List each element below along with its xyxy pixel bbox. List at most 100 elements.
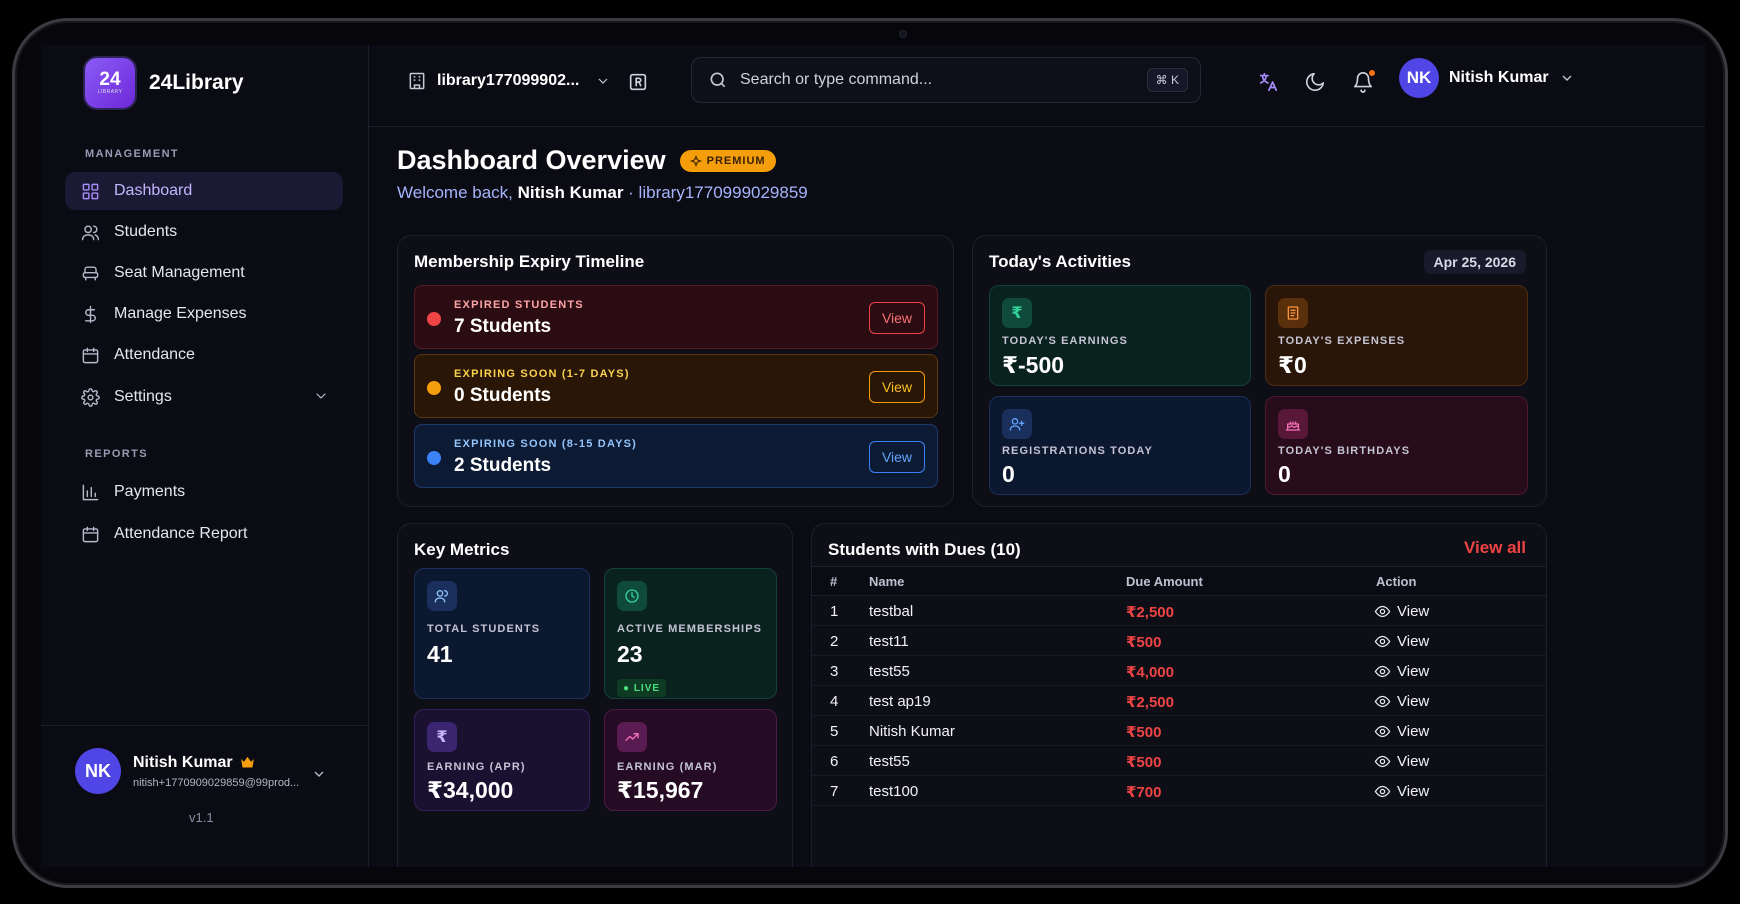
sidebar-item-payments[interactable]: Payments bbox=[65, 473, 343, 511]
row-view-button[interactable]: View bbox=[1374, 663, 1429, 680]
sidebar-item-dashboard[interactable]: Dashboard bbox=[65, 172, 343, 210]
tile-value: ₹0 bbox=[1278, 352, 1307, 378]
search-bar[interactable]: ⌘ K bbox=[691, 57, 1201, 103]
dues-panel: Students with Dues (10) View all # Name … bbox=[811, 523, 1547, 867]
todays-expenses-tile[interactable]: TODAY'S EXPENSES ₹0 bbox=[1265, 285, 1528, 386]
chevron-down-icon bbox=[598, 78, 608, 84]
view-expired-button[interactable]: View bbox=[869, 302, 925, 334]
receipt-icon bbox=[1278, 298, 1308, 328]
sidebar-item-attendance[interactable]: Attendance bbox=[65, 336, 343, 374]
users-icon bbox=[81, 224, 100, 240]
eye-icon bbox=[1374, 755, 1391, 768]
row-name: test ap19 bbox=[869, 693, 931, 710]
crown-icon bbox=[240, 756, 254, 768]
eye-icon bbox=[1374, 665, 1391, 678]
live-badge: ● LIVE bbox=[617, 679, 667, 697]
tile-value: ₹15,967 bbox=[617, 777, 704, 803]
camera-dot bbox=[899, 30, 907, 38]
sidebar-item-label: Students bbox=[114, 223, 178, 240]
view-label: View bbox=[1397, 753, 1430, 770]
earning-apr-tile[interactable]: ₹ EARNING (APR) ₹34,000 bbox=[414, 709, 590, 811]
eye-icon bbox=[1374, 605, 1391, 618]
sidebar-item-manage-expenses[interactable]: Manage Expenses bbox=[65, 295, 343, 333]
row-view-button[interactable]: View bbox=[1374, 693, 1429, 710]
registrations-today-tile[interactable]: REGISTRATIONS TODAY 0 bbox=[989, 396, 1251, 495]
row-number: 3 bbox=[830, 663, 839, 680]
sidebar-user-card[interactable]: NK Nitish Kumar nitish+1770909029859@99p… bbox=[75, 748, 323, 794]
chevron-down-icon[interactable] bbox=[311, 766, 327, 782]
trend-icon bbox=[617, 722, 647, 752]
search-input[interactable] bbox=[740, 71, 1140, 89]
table-row: 2 test11 ₹500 View bbox=[812, 626, 1546, 656]
row-name: Nitish Kumar bbox=[869, 723, 955, 740]
translate-button[interactable] bbox=[1257, 71, 1279, 93]
column-header: Action bbox=[1376, 574, 1417, 589]
row-view-button[interactable]: View bbox=[1374, 753, 1429, 770]
topbar-user-menu[interactable]: NK Nitish Kumar bbox=[1399, 58, 1575, 98]
activities-panel: Today's Activities Apr 25, 2026 ₹ TODAY'… bbox=[972, 235, 1547, 507]
view-expiring-7-button[interactable]: View bbox=[869, 371, 925, 403]
sidebar-item-students[interactable]: Students bbox=[65, 213, 343, 251]
row-view-button[interactable]: View bbox=[1374, 783, 1429, 800]
row-view-button[interactable]: View bbox=[1374, 723, 1429, 740]
tile-value: ₹34,000 bbox=[427, 777, 514, 803]
sidebar-item-attendance-report[interactable]: Attendance Report bbox=[65, 515, 343, 553]
view-expiring-15-button[interactable]: View bbox=[869, 441, 925, 473]
row-name: test55 bbox=[869, 663, 910, 680]
library-selector[interactable]: library177099902... bbox=[407, 71, 611, 91]
table-row: 5 Nitish Kumar ₹500 View bbox=[812, 716, 1546, 746]
brand[interactable]: 24 LIBRARY 24Library bbox=[85, 58, 244, 108]
tile-label: REGISTRATIONS TODAY bbox=[1002, 445, 1153, 457]
row-view-button[interactable]: View bbox=[1374, 633, 1429, 650]
library-switch-button[interactable] bbox=[627, 71, 649, 93]
view-all-link[interactable]: View all bbox=[1464, 538, 1526, 558]
expiring-7-days-row: EXPIRING SOON (1-7 DAYS) 0 Students View bbox=[414, 354, 938, 418]
theme-toggle-button[interactable] bbox=[1304, 71, 1326, 93]
todays-earnings-tile[interactable]: ₹ TODAY'S EARNINGS ₹-500 bbox=[989, 285, 1251, 386]
page-header: Dashboard Overview PREMIUM bbox=[397, 145, 776, 176]
total-students-tile[interactable]: TOTAL STUDENTS 41 bbox=[414, 568, 590, 699]
avatar: NK bbox=[1399, 58, 1439, 98]
eye-icon bbox=[1374, 695, 1391, 708]
building-icon bbox=[409, 72, 425, 90]
dollar-icon bbox=[85, 305, 96, 323]
column-header: Name bbox=[869, 574, 905, 589]
clock-icon bbox=[617, 581, 647, 611]
tablet-frame: 24 LIBRARY 24Library MANAGEMENT Dashboar… bbox=[12, 18, 1728, 888]
earning-mar-tile[interactable]: EARNING (MAR) ₹15,967 bbox=[604, 709, 777, 811]
todays-birthdays-tile[interactable]: TODAY'S BIRTHDAYS 0 bbox=[1265, 396, 1528, 495]
notifications-button[interactable] bbox=[1352, 70, 1375, 93]
row-amount: ₹500 bbox=[1126, 634, 1162, 651]
row-view-button[interactable]: View bbox=[1374, 603, 1429, 620]
tile-label: TODAY'S BIRTHDAYS bbox=[1278, 445, 1411, 457]
gear-icon bbox=[81, 387, 100, 407]
sidebar-item-settings[interactable]: Settings bbox=[65, 378, 343, 416]
row-number: 2 bbox=[830, 633, 839, 650]
sidebar-footer: NK Nitish Kumar nitish+1770909029859@99p… bbox=[41, 725, 369, 867]
brand-logo: 24 LIBRARY bbox=[85, 58, 135, 108]
table-row: 3 test55 ₹4,000 View bbox=[812, 656, 1546, 686]
active-memberships-tile[interactable]: ACTIVE MEMBERSHIPS 23 ● LIVE bbox=[604, 568, 777, 699]
sparkle-icon bbox=[689, 154, 702, 167]
calendar-icon bbox=[82, 526, 99, 542]
panel-title: Membership Expiry Timeline bbox=[414, 252, 645, 271]
page-title: Dashboard Overview bbox=[397, 145, 666, 175]
table-header: # Name Due Amount Action bbox=[812, 566, 1546, 596]
rupee-icon: ₹ bbox=[427, 722, 457, 752]
welcome-line: Welcome back, Nitish Kumar · library1770… bbox=[397, 183, 808, 203]
reports-label: REPORTS bbox=[85, 448, 148, 460]
users-icon bbox=[427, 581, 457, 611]
expiring-15-days-row: EXPIRING SOON (8-15 DAYS) 2 Students Vie… bbox=[414, 424, 938, 488]
sidebar-item-label: Attendance bbox=[114, 346, 195, 363]
chevron-down-icon bbox=[316, 393, 326, 399]
grid-icon bbox=[82, 183, 99, 199]
shortcut-hint: ⌘ K bbox=[1146, 68, 1188, 92]
search-icon bbox=[710, 72, 726, 88]
sidebar-item-seat-management[interactable]: Seat Management bbox=[65, 254, 343, 292]
main-content: Dashboard Overview PREMIUM Welcome back,… bbox=[369, 127, 1705, 867]
sidebar-user-email: nitish+1770909029859@99prod... bbox=[133, 776, 300, 789]
chevron-down-icon bbox=[1562, 75, 1572, 81]
eye-icon bbox=[1374, 725, 1391, 738]
row-amount: ₹2,500 bbox=[1126, 694, 1174, 711]
tile-value: ₹-500 bbox=[1002, 352, 1065, 378]
